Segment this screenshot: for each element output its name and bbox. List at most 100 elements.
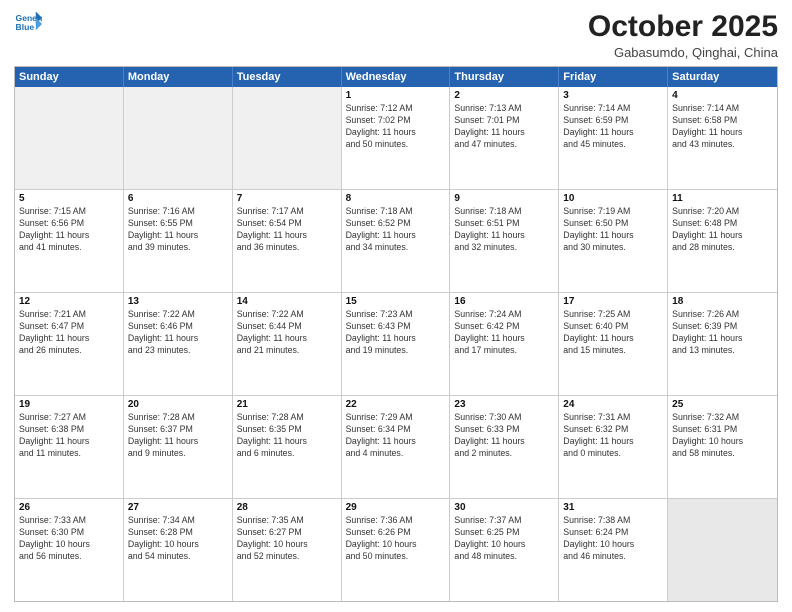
calendar-cell: 6 Sunrise: 7:16 AM Sunset: 6:55 PM Daylig…: [124, 190, 233, 292]
day-number: 6: [128, 193, 228, 204]
cell-info: Sunrise: 7:23 AM Sunset: 6:43 PM Dayligh…: [346, 309, 446, 357]
day-number: 11: [672, 193, 773, 204]
day-number: 24: [563, 399, 663, 410]
logo-icon: General Blue: [14, 10, 42, 38]
cell-info: Sunrise: 7:35 AM Sunset: 6:27 PM Dayligh…: [237, 515, 337, 563]
calendar-week-5: 26 Sunrise: 7:33 AM Sunset: 6:30 PM Dayli…: [15, 498, 777, 601]
calendar-cell: 15 Sunrise: 7:23 AM Sunset: 6:43 PM Dayli…: [342, 293, 451, 395]
day-number: 12: [19, 296, 119, 307]
cell-info: Sunrise: 7:37 AM Sunset: 6:25 PM Dayligh…: [454, 515, 554, 563]
logo: General Blue General Blue: [14, 10, 42, 38]
calendar-cell: 30 Sunrise: 7:37 AM Sunset: 6:25 PM Dayli…: [450, 499, 559, 601]
cell-info: Sunrise: 7:26 AM Sunset: 6:39 PM Dayligh…: [672, 309, 773, 357]
calendar-cell: 7 Sunrise: 7:17 AM Sunset: 6:54 PM Daylig…: [233, 190, 342, 292]
day-header-wednesday: Wednesday: [342, 67, 451, 87]
calendar-cell: 14Sunrise: 7:22 AM Sunset: 6:44 PM Dayli…: [233, 293, 342, 395]
cell-info: Sunrise: 7:18 AM Sunset: 6:51 PM Dayligh…: [454, 206, 554, 254]
title-block: October 2025 Gabasumdo, Qinghai, China: [588, 10, 778, 60]
day-number: 4: [672, 90, 773, 101]
cell-info: Sunrise: 7:33 AM Sunset: 6:30 PM Dayligh…: [19, 515, 119, 563]
cell-info: Sunrise: 7:34 AM Sunset: 6:28 PM Dayligh…: [128, 515, 228, 563]
cell-info: Sunrise: 7:28 AM Sunset: 6:35 PM Dayligh…: [237, 412, 337, 460]
calendar-header: SundayMondayTuesdayWednesdayThursdayFrid…: [15, 67, 777, 87]
calendar-cell: 17 Sunrise: 7:25 AM Sunset: 6:40 PM Dayli…: [559, 293, 668, 395]
calendar-cell: 11 Sunrise: 7:20 AM Sunset: 6:48 PM Dayli…: [668, 190, 777, 292]
calendar-cell: [124, 87, 233, 189]
calendar-cell: [668, 499, 777, 601]
day-number: 2: [454, 90, 554, 101]
day-number: 25: [672, 399, 773, 410]
cell-info: Sunrise: 7:24 AM Sunset: 6:42 PM Dayligh…: [454, 309, 554, 357]
day-header-sunday: Sunday: [15, 67, 124, 87]
calendar-cell: [233, 87, 342, 189]
calendar-week-4: 19 Sunrise: 7:27 AM Sunset: 6:38 PM Dayli…: [15, 395, 777, 498]
calendar-cell: 31 Sunrise: 7:38 AM Sunset: 6:24 PM Dayli…: [559, 499, 668, 601]
day-number: 20: [128, 399, 228, 410]
cell-info: Sunrise: 7:15 AM Sunset: 6:56 PM Dayligh…: [19, 206, 119, 254]
cell-info: Sunrise: 7:25 AM Sunset: 6:40 PM Dayligh…: [563, 309, 663, 357]
day-number: 23: [454, 399, 554, 410]
day-header-monday: Monday: [124, 67, 233, 87]
day-number: 21: [237, 399, 337, 410]
cell-info: Sunrise: 7:12 AM Sunset: 7:02 PM Dayligh…: [346, 103, 446, 151]
calendar-cell: 18Sunrise: 7:26 AM Sunset: 6:39 PM Dayli…: [668, 293, 777, 395]
day-number: 17: [563, 296, 663, 307]
calendar-cell: 13Sunrise: 7:22 AM Sunset: 6:46 PM Dayli…: [124, 293, 233, 395]
calendar-body: 1 Sunrise: 7:12 AM Sunset: 7:02 PM Daylig…: [15, 87, 777, 601]
cell-info: Sunrise: 7:16 AM Sunset: 6:55 PM Dayligh…: [128, 206, 228, 254]
calendar-week-3: 12Sunrise: 7:21 AM Sunset: 6:47 PM Dayli…: [15, 292, 777, 395]
day-header-thursday: Thursday: [450, 67, 559, 87]
calendar-cell: 28 Sunrise: 7:35 AM Sunset: 6:27 PM Dayli…: [233, 499, 342, 601]
calendar-cell: 8Sunrise: 7:18 AM Sunset: 6:52 PM Daylig…: [342, 190, 451, 292]
calendar-cell: 29 Sunrise: 7:36 AM Sunset: 6:26 PM Dayli…: [342, 499, 451, 601]
cell-info: Sunrise: 7:30 AM Sunset: 6:33 PM Dayligh…: [454, 412, 554, 460]
calendar-cell: 3Sunrise: 7:14 AM Sunset: 6:59 PM Daylig…: [559, 87, 668, 189]
cell-info: Sunrise: 7:36 AM Sunset: 6:26 PM Dayligh…: [346, 515, 446, 563]
day-number: 31: [563, 502, 663, 513]
calendar-cell: 19 Sunrise: 7:27 AM Sunset: 6:38 PM Dayli…: [15, 396, 124, 498]
cell-info: Sunrise: 7:29 AM Sunset: 6:34 PM Dayligh…: [346, 412, 446, 460]
calendar-week-1: 1 Sunrise: 7:12 AM Sunset: 7:02 PM Daylig…: [15, 87, 777, 189]
calendar-cell: 10Sunrise: 7:19 AM Sunset: 6:50 PM Dayli…: [559, 190, 668, 292]
calendar-cell: 16 Sunrise: 7:24 AM Sunset: 6:42 PM Dayli…: [450, 293, 559, 395]
day-number: 26: [19, 502, 119, 513]
cell-info: Sunrise: 7:18 AM Sunset: 6:52 PM Dayligh…: [346, 206, 446, 254]
calendar-cell: 1 Sunrise: 7:12 AM Sunset: 7:02 PM Daylig…: [342, 87, 451, 189]
cell-info: Sunrise: 7:14 AM Sunset: 6:59 PM Dayligh…: [563, 103, 663, 151]
day-number: 15: [346, 296, 446, 307]
calendar-cell: 20 Sunrise: 7:28 AM Sunset: 6:37 PM Dayli…: [124, 396, 233, 498]
cell-info: Sunrise: 7:22 AM Sunset: 6:46 PM Dayligh…: [128, 309, 228, 357]
day-header-friday: Friday: [559, 67, 668, 87]
day-number: 19: [19, 399, 119, 410]
cell-info: Sunrise: 7:32 AM Sunset: 6:31 PM Dayligh…: [672, 412, 773, 460]
cell-info: Sunrise: 7:14 AM Sunset: 6:58 PM Dayligh…: [672, 103, 773, 151]
cell-info: Sunrise: 7:31 AM Sunset: 6:32 PM Dayligh…: [563, 412, 663, 460]
cell-info: Sunrise: 7:28 AM Sunset: 6:37 PM Dayligh…: [128, 412, 228, 460]
header: General Blue General Blue October 2025 G…: [14, 10, 778, 60]
calendar-cell: 5 Sunrise: 7:15 AM Sunset: 6:56 PM Daylig…: [15, 190, 124, 292]
day-number: 29: [346, 502, 446, 513]
calendar-cell: 22 Sunrise: 7:29 AM Sunset: 6:34 PM Dayli…: [342, 396, 451, 498]
day-number: 9: [454, 193, 554, 204]
day-number: 7: [237, 193, 337, 204]
cell-info: Sunrise: 7:22 AM Sunset: 6:44 PM Dayligh…: [237, 309, 337, 357]
day-number: 5: [19, 193, 119, 204]
day-number: 22: [346, 399, 446, 410]
cell-info: Sunrise: 7:17 AM Sunset: 6:54 PM Dayligh…: [237, 206, 337, 254]
cell-info: Sunrise: 7:13 AM Sunset: 7:01 PM Dayligh…: [454, 103, 554, 151]
cell-info: Sunrise: 7:38 AM Sunset: 6:24 PM Dayligh…: [563, 515, 663, 563]
calendar-cell: 12Sunrise: 7:21 AM Sunset: 6:47 PM Dayli…: [15, 293, 124, 395]
day-number: 30: [454, 502, 554, 513]
cell-info: Sunrise: 7:20 AM Sunset: 6:48 PM Dayligh…: [672, 206, 773, 254]
calendar-cell: 25 Sunrise: 7:32 AM Sunset: 6:31 PM Dayli…: [668, 396, 777, 498]
svg-text:Blue: Blue: [16, 22, 35, 32]
calendar-cell: [15, 87, 124, 189]
cell-info: Sunrise: 7:27 AM Sunset: 6:38 PM Dayligh…: [19, 412, 119, 460]
day-number: 16: [454, 296, 554, 307]
calendar-cell: 2 Sunrise: 7:13 AM Sunset: 7:01 PM Daylig…: [450, 87, 559, 189]
cell-info: Sunrise: 7:19 AM Sunset: 6:50 PM Dayligh…: [563, 206, 663, 254]
day-number: 1: [346, 90, 446, 101]
day-header-saturday: Saturday: [668, 67, 777, 87]
calendar-cell: 21 Sunrise: 7:28 AM Sunset: 6:35 PM Dayli…: [233, 396, 342, 498]
day-number: 28: [237, 502, 337, 513]
